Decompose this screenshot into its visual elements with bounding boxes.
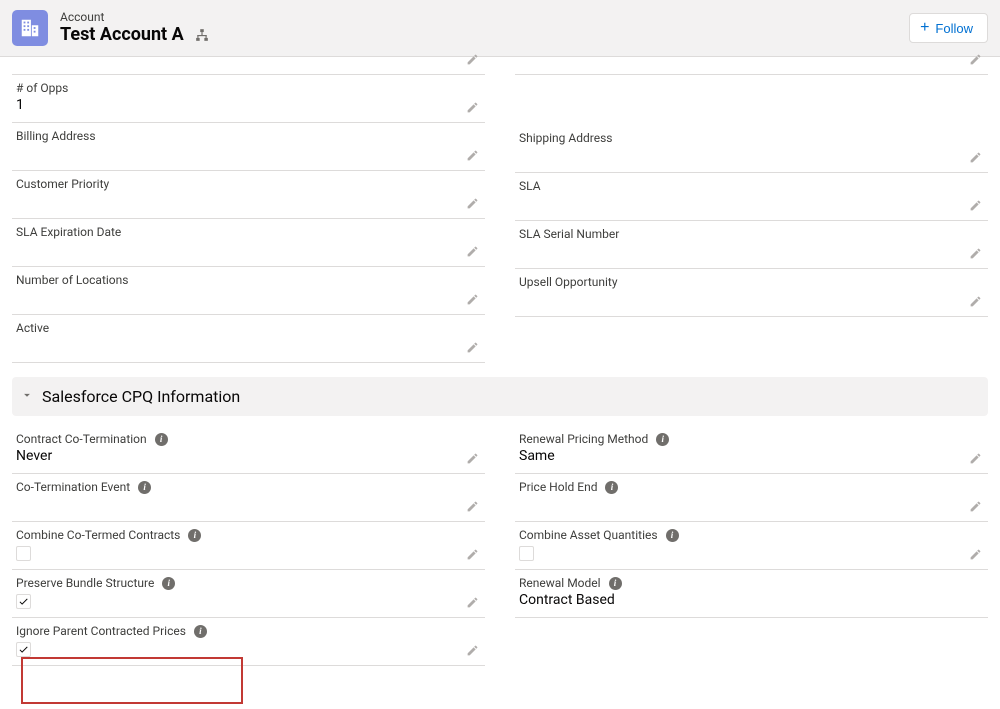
chevron-down-icon (20, 387, 34, 406)
info-icon[interactable]: i (656, 433, 669, 446)
hierarchy-icon[interactable] (192, 25, 212, 45)
edit-icon[interactable] (463, 338, 481, 356)
follow-button[interactable]: + Follow (909, 13, 988, 43)
field-label: Combine Asset Quantitiesi (519, 528, 964, 542)
field-label: Shipping Address (519, 131, 964, 145)
field-value (16, 193, 461, 211)
field-label: Combine Co-Termed Contractsi (16, 528, 461, 542)
field-value (519, 243, 964, 261)
info-icon[interactable]: i (188, 529, 201, 542)
edit-icon[interactable] (463, 545, 481, 563)
edit-icon[interactable] (463, 593, 481, 611)
edit-icon[interactable] (966, 244, 984, 262)
field-row: Combine Co-Termed Contractsi (12, 522, 485, 570)
field-value: 1 (16, 97, 461, 115)
field-row: Price Hold Endi (515, 474, 988, 522)
field-label: SLA Serial Number (519, 227, 964, 241)
edit-icon[interactable] (463, 449, 481, 467)
field-value (16, 289, 461, 307)
edit-icon[interactable] (966, 50, 984, 68)
section-title: Salesforce CPQ Information (42, 387, 240, 406)
field-row: SLA (515, 173, 988, 221)
object-label: Account (60, 10, 212, 24)
field-value (519, 496, 964, 514)
field-value (519, 147, 964, 165)
record-title: Test Account A (60, 24, 184, 46)
field-row: Billing Address (12, 123, 485, 171)
field-row: # of Opps 1 (12, 75, 485, 123)
edit-icon[interactable] (966, 449, 984, 467)
edit-icon[interactable] (463, 641, 481, 659)
field-row: SLA Expiration Date (12, 219, 485, 267)
field-label: Co-Termination Eventi (16, 480, 461, 494)
info-icon[interactable]: i (155, 433, 168, 446)
info-icon[interactable]: i (666, 529, 679, 542)
section-header-cpq[interactable]: Salesforce CPQ Information (12, 377, 988, 416)
field-row: Contract Co-Terminationi Never (12, 426, 485, 474)
field-label: SLA Expiration Date (16, 225, 461, 239)
field-row: Active (12, 315, 485, 363)
field-value: Same (519, 448, 964, 466)
checkbox (16, 642, 31, 657)
info-icon[interactable]: i (138, 481, 151, 494)
account-icon (12, 10, 48, 46)
field-label: Billing Address (16, 129, 461, 143)
field-label: # of Opps (16, 81, 461, 95)
edit-icon[interactable] (463, 146, 481, 164)
field-row: Shipping Address (515, 125, 988, 173)
field-value (16, 241, 461, 259)
field-value (16, 496, 461, 514)
edit-icon[interactable] (463, 50, 481, 68)
field-partial-row (12, 57, 485, 75)
field-label: Price Hold Endi (519, 480, 964, 494)
edit-icon[interactable] (966, 148, 984, 166)
field-row: Number of Locations (12, 267, 485, 315)
field-label: SLA (519, 179, 964, 193)
field-row: Preserve Bundle Structurei (12, 570, 485, 618)
plus-icon: + (920, 20, 929, 36)
field-value (16, 145, 461, 163)
field-label: Upsell Opportunity (519, 275, 964, 289)
edit-icon[interactable] (463, 242, 481, 260)
field-row: Ignore Parent Contracted Pricesi (12, 618, 485, 666)
checkbox (16, 546, 31, 561)
field-row: SLA Serial Number (515, 221, 988, 269)
field-row: Combine Asset Quantitiesi (515, 522, 988, 570)
field-row: Renewal Pricing Methodi Same (515, 426, 988, 474)
field-value (519, 291, 964, 309)
checkbox (16, 594, 31, 609)
field-label: Renewal Pricing Methodi (519, 432, 964, 446)
edit-icon[interactable] (463, 194, 481, 212)
edit-icon[interactable] (463, 98, 481, 116)
field-label: Ignore Parent Contracted Pricesi (16, 624, 461, 638)
field-label: Preserve Bundle Structurei (16, 576, 461, 590)
field-partial-row (515, 57, 988, 75)
info-icon[interactable]: i (194, 625, 207, 638)
edit-icon[interactable] (966, 292, 984, 310)
field-value: Never (16, 448, 461, 466)
field-label: Active (16, 321, 461, 335)
field-label: Contract Co-Terminationi (16, 432, 461, 446)
checkbox (519, 546, 534, 561)
field-row: Customer Priority (12, 171, 485, 219)
edit-icon[interactable] (966, 497, 984, 515)
edit-icon[interactable] (966, 196, 984, 214)
field-label: Renewal Modeli (519, 576, 964, 590)
field-label: Customer Priority (16, 177, 461, 191)
info-icon[interactable]: i (609, 577, 622, 590)
info-icon[interactable]: i (162, 577, 175, 590)
follow-label: Follow (935, 21, 973, 36)
field-value (16, 337, 461, 355)
field-value: Contract Based (519, 592, 964, 610)
field-value (519, 195, 964, 213)
edit-icon[interactable] (463, 497, 481, 515)
edit-icon[interactable] (463, 290, 481, 308)
edit-icon[interactable] (966, 545, 984, 563)
field-row: Renewal Modeli Contract Based (515, 570, 988, 618)
field-row: Co-Termination Eventi (12, 474, 485, 522)
field-row: Upsell Opportunity (515, 269, 988, 317)
info-icon[interactable]: i (605, 481, 618, 494)
field-label: Number of Locations (16, 273, 461, 287)
record-header: Account Test Account A + Follow (0, 0, 1000, 57)
